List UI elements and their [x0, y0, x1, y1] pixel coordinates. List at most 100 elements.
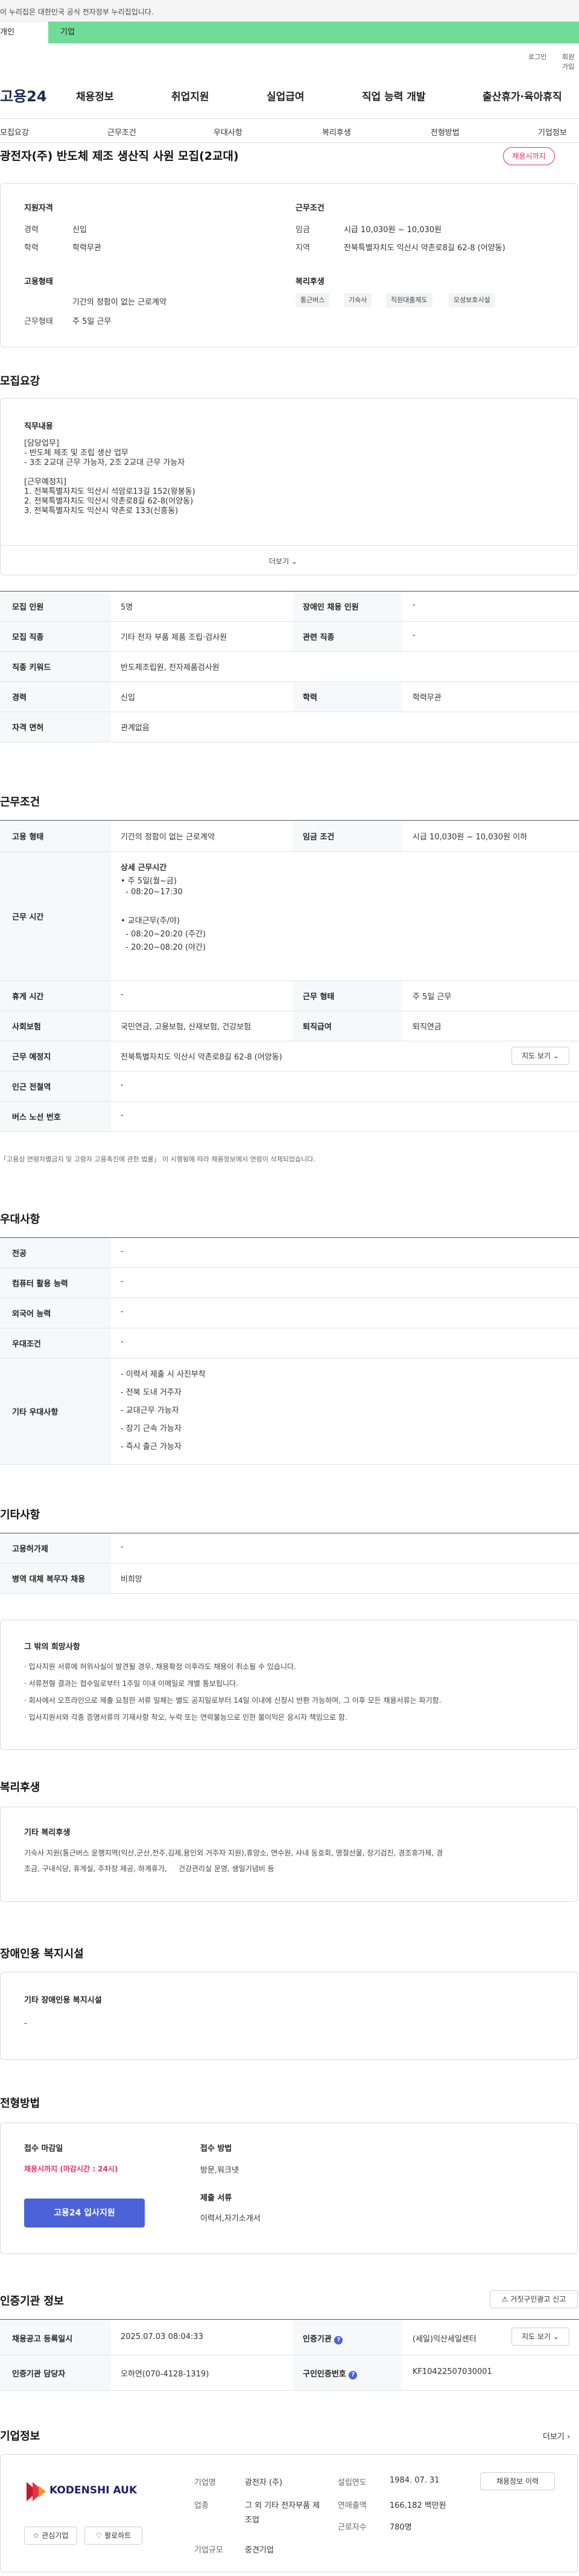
- gov-notice-text: 이 누리집은 대한민국 공식 전자정부 누리집입니다.: [0, 8, 154, 16]
- region-label: 지역: [296, 244, 310, 253]
- section-title-agency: 인증기관 정보: [0, 2295, 64, 2308]
- retirement-value: 퇴직연금: [413, 1023, 441, 1032]
- table-value: 비희망: [121, 1575, 142, 1584]
- size-label: 기업규모: [194, 2546, 223, 2555]
- process-box: [0, 2123, 578, 2254]
- org-label: 인증기관 ?: [303, 2332, 343, 2344]
- section-anchor-nav: 모집요강 근무조건 우대사항 복리후생 전형방법 기업정보: [0, 119, 579, 143]
- hours-label: 근무 시간: [12, 913, 44, 922]
- hiring-history-button[interactable]: 채용정보 이력: [480, 2472, 555, 2490]
- more-button[interactable]: 더보기 ⌄: [269, 556, 297, 566]
- workdays-label: 근무형태: [24, 317, 53, 326]
- duty-line: [24, 468, 195, 478]
- edu-label: 학력: [24, 244, 39, 253]
- tab-company[interactable]: 기업: [60, 22, 75, 43]
- anchor-welfare[interactable]: 복리후생: [322, 126, 351, 137]
- org-label-text: 인증기관: [303, 2335, 332, 2344]
- table-value: 반도체조립원, 전자제품검사원: [121, 663, 220, 672]
- report-button[interactable]: ⚠ 거짓구인광고 신고: [490, 2290, 578, 2308]
- fav-company-button[interactable]: ☆ 관심기업: [24, 2527, 77, 2545]
- company-logo: KODENSHI AUK: [24, 2478, 145, 2505]
- duty-line: - 3조 2교대 근무 가능자, 2조 2교대 근무 가능자: [24, 458, 185, 467]
- anchor-company[interactable]: 기업정보: [538, 126, 567, 137]
- company-more-link[interactable]: 더보기 ›: [543, 2430, 570, 2442]
- star-icon: ☆: [33, 2531, 42, 2540]
- table-value: -: [413, 631, 416, 640]
- table-value: -: [121, 1307, 124, 1316]
- est-value: 1984. 07. 31: [390, 2476, 440, 2485]
- table-value: 학력무관: [413, 693, 441, 702]
- heart-icon: ♡: [95, 2531, 105, 2540]
- gnb-item-unemployment-benefit[interactable]: 실업급여: [267, 88, 305, 103]
- manager-value: 오하연(070-4128-1319): [121, 2370, 209, 2379]
- anchor-work[interactable]: 근무조건: [107, 126, 136, 137]
- duty-content: [담당업무] - 반도체 제조 및 조립 생산 업무 - 3조 2교대 근무 가능자…: [24, 439, 195, 516]
- duty-line: 2. 전북특별자치도 익산시 약촌로8길 62-8(어양동): [24, 497, 194, 506]
- insurance-value: 국민연금, 고용보험, 산재보험, 건강보험: [121, 1023, 252, 1032]
- company-name-value: 광전자 (주): [245, 2478, 283, 2487]
- welfare-box-title: 기타 복리후생: [24, 1828, 71, 1837]
- id-value: KF10422507030001: [413, 2367, 492, 2376]
- table-value: -: [121, 1247, 124, 1256]
- follow-button[interactable]: ♡ 팔로하트: [84, 2527, 142, 2545]
- welfare-chip: 직원대출제도: [386, 293, 432, 308]
- reg-label: 채용공고 등록일시: [12, 2335, 73, 2344]
- gnb-item-leave[interactable]: 출산휴가·육아휴직: [482, 88, 562, 103]
- wage-label: 임금 조건: [303, 833, 335, 842]
- gnb-item-employment-support[interactable]: 취업지원: [171, 88, 209, 103]
- map-button[interactable]: 지도 보기 ⌄: [511, 1047, 569, 1065]
- tab-personal[interactable]: 개인: [0, 22, 48, 43]
- table-value: 신입: [121, 693, 135, 702]
- alert-icon: ⚠: [501, 2295, 511, 2303]
- region-value: 전북특별자치도 익산시 약촌로8길 62-8 (어양동): [344, 244, 505, 253]
- revenue-value: 166,182 백만원: [390, 2501, 446, 2510]
- welfare-chip: 모성보호시설: [449, 293, 495, 308]
- info-icon[interactable]: ?: [349, 2371, 358, 2379]
- info-icon[interactable]: ?: [334, 2336, 343, 2344]
- duty-title: 직무내용: [24, 422, 53, 431]
- company-logo-text: KODENSHI AUK: [49, 2484, 138, 2496]
- insurance-label: 사회보험: [12, 1023, 41, 1032]
- gnb-item-jobs[interactable]: 채용정보: [76, 88, 114, 103]
- career-value: 신입: [72, 226, 87, 235]
- welfare-line: 기숙사 지원(통근버스 운행지역(익산,군산,전주,김제,용인외 거주자 지원)…: [24, 1849, 443, 1857]
- qual-title: 지원자격: [24, 204, 53, 213]
- deadline-label: 접수 마감일: [24, 2144, 63, 2153]
- cond-title: 근무조건: [296, 204, 324, 213]
- apply-button[interactable]: 고용24 입사지원: [24, 2199, 145, 2227]
- anchor-process[interactable]: 전형방법: [431, 126, 460, 137]
- wage-label: 임금: [296, 226, 310, 235]
- deadline-value: 채용시까지 (마감시간 : 24시): [24, 2165, 118, 2173]
- id-label-text: 구인인증번호: [303, 2370, 346, 2379]
- wish-title: 그 밖의 희망사항: [24, 1643, 80, 1652]
- table-label: 경력: [12, 693, 27, 702]
- map-button[interactable]: 지도 보기 ⌄: [511, 2328, 569, 2346]
- age-note: 「고용상 연령차별금지 및 고령자 고용촉진에 관한 법률」 이 시행됨에 따라…: [0, 1155, 315, 1163]
- site-logo[interactable]: 고용24: [0, 84, 47, 106]
- divider: [0, 1464, 579, 1465]
- section-title-company: 기업정보: [0, 2430, 40, 2443]
- etc-pref-line: - 이력서 제출 시 사진부착: [121, 1370, 206, 1379]
- table-value: -: [413, 601, 416, 610]
- login-link[interactable]: 로그인: [528, 52, 546, 62]
- disabled-box-title: 기타 장애인용 복지시설: [24, 1996, 102, 2005]
- edu-value: 학력무관: [72, 244, 101, 253]
- table-label: 병역 대체 복무자 채용: [12, 1575, 86, 1584]
- table-label: 자격 면허: [12, 724, 44, 733]
- gnb-item-skills[interactable]: 직업 능력 개발: [362, 88, 426, 103]
- duty-line: [근무예정지]: [24, 478, 66, 487]
- anchor-pref[interactable]: 우대사항: [214, 126, 242, 137]
- status-badge: 채용시까지: [503, 147, 555, 165]
- section-title-work: 근무조건: [0, 796, 40, 809]
- signup-link[interactable]: 회원가입: [562, 52, 579, 71]
- career-label: 경력: [24, 226, 39, 235]
- anchor-recruit[interactable]: 모집요강: [0, 126, 29, 137]
- user-type-tabs: 개인 기업: [0, 22, 579, 43]
- id-label: 구인인증번호 ?: [303, 2367, 358, 2379]
- table-label: 장애인 채용 인원: [303, 603, 359, 612]
- duty-line: 3. 전북특별자치도 익산시 약촌로 133(신흥동): [24, 507, 179, 516]
- rest-value: -: [121, 990, 124, 999]
- retirement-label: 퇴직급여: [303, 1023, 332, 1032]
- wage-value: 시급 10,030원 ~ 10,030원 이하: [413, 833, 528, 842]
- company-name-label: 기업명: [194, 2478, 216, 2487]
